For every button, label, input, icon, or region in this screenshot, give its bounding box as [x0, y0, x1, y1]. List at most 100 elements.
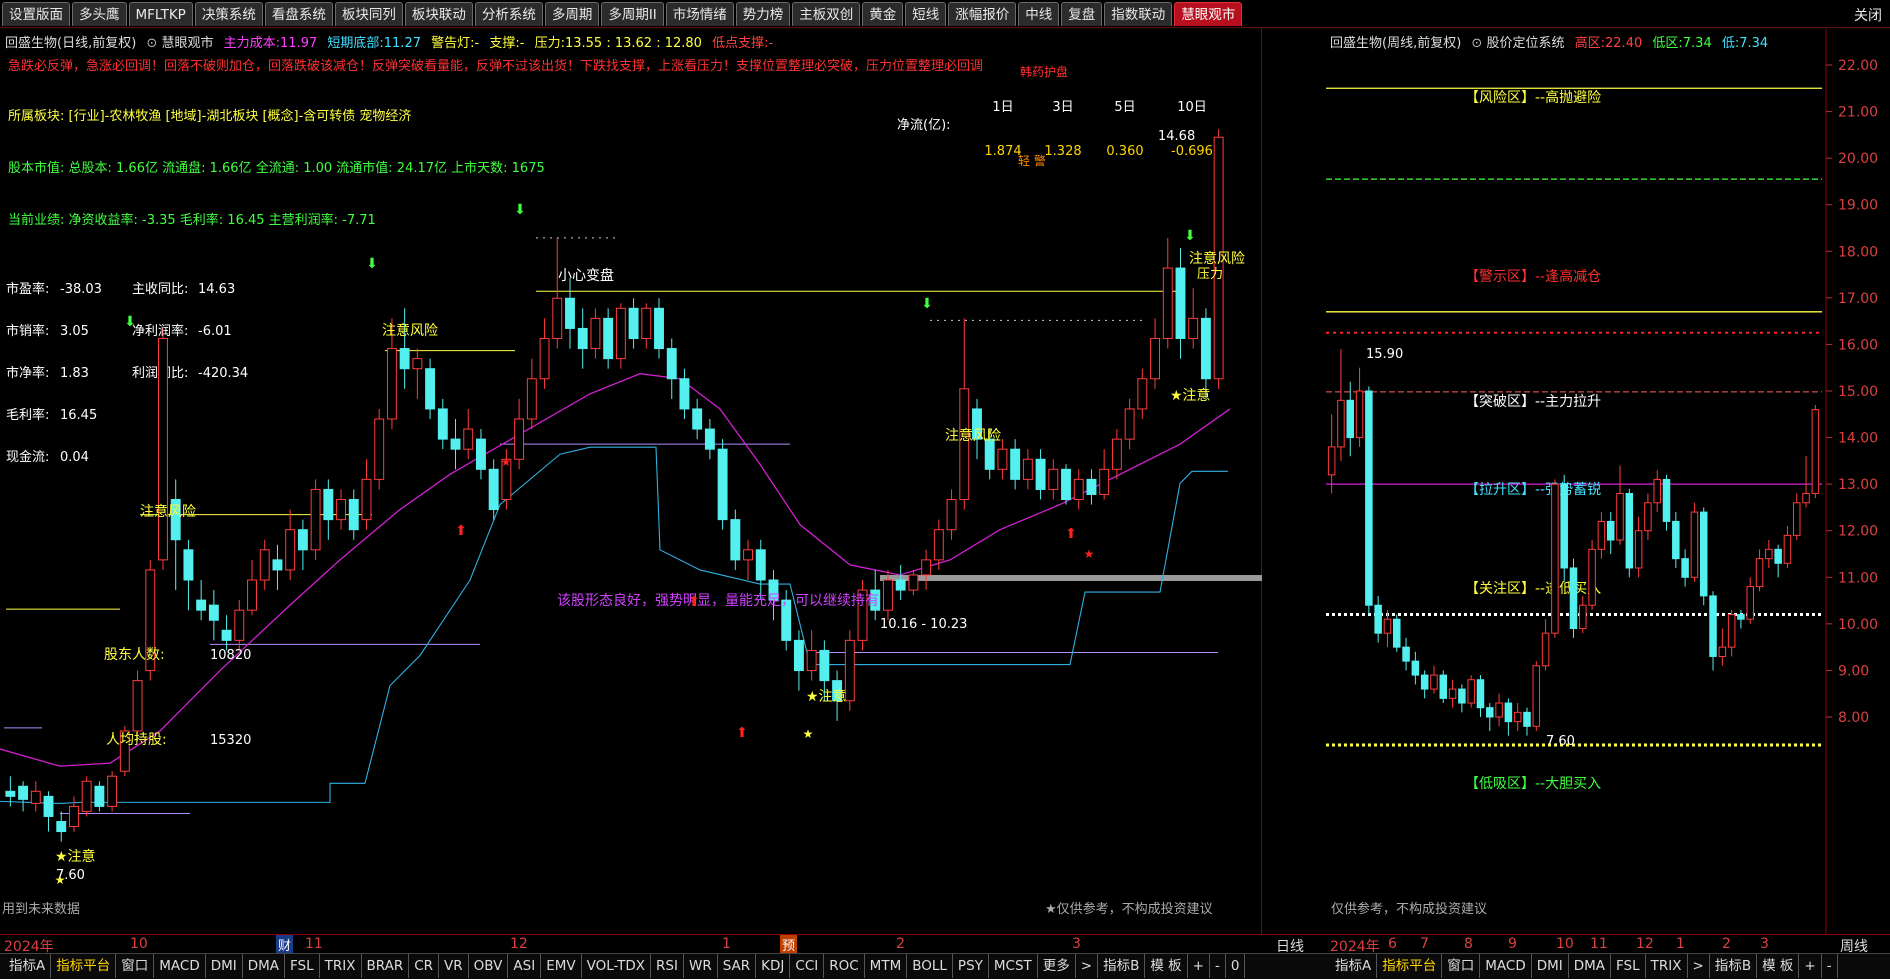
indicator-tab[interactable]: + — [1188, 954, 1210, 978]
daily-kline-chart[interactable]: 急跌必反弹，急涨必回调！回落不破则加仓，回落跌破该减仓！反弹突破看量能，反弹不过… — [0, 28, 1262, 934]
top-tab[interactable]: 分析系统 — [474, 2, 543, 26]
indicator-tab[interactable]: 更多 — [1038, 954, 1076, 978]
candle-body — [386, 348, 397, 420]
top-tab[interactable]: 涨幅报价 — [948, 2, 1017, 26]
indicator-tab[interactable]: DMA — [1569, 954, 1612, 978]
weekly-price-tick-label: 20.00 — [1838, 151, 1878, 167]
indicator-tab[interactable]: OBV — [469, 954, 509, 978]
indicator-tab[interactable]: WR — [684, 954, 718, 978]
indicator-tab[interactable]: 指标B — [1098, 954, 1146, 978]
indicator-tab[interactable]: RSI — [651, 954, 684, 978]
candle-body — [132, 680, 143, 732]
indicator-tab[interactable]: VR — [439, 954, 469, 978]
indicator-tab[interactable]: KDJ — [756, 954, 791, 978]
indicator-tab[interactable]: PSY — [953, 954, 989, 978]
top-tab[interactable]: 黄金 — [862, 2, 904, 26]
indicator-tab[interactable]: TRIX — [1646, 954, 1688, 978]
indicator-tab[interactable]: 指标B — [1710, 954, 1758, 978]
indicator-tab[interactable]: CR — [409, 954, 440, 978]
top-tab[interactable]: 看盘系统 — [264, 2, 333, 26]
indicator-tab[interactable]: 模 板 — [1757, 954, 1800, 978]
weekly-candle-body — [1588, 548, 1596, 606]
weekly-kline-chart[interactable]: 22.00 21.00 20.00 19.00 18.00 17.00 16.00 15.00… — [1326, 28, 1890, 934]
indicator-tab[interactable]: + — [1799, 954, 1822, 978]
indicator-tab[interactable]: 指标A — [1330, 954, 1378, 978]
candle-body — [374, 418, 385, 480]
down-arrow-icon: ⬇ — [514, 202, 526, 218]
weekly-candle-body — [1458, 688, 1466, 704]
indicator-tab[interactable]: FSL — [1611, 954, 1646, 978]
indicator-tab[interactable]: 指标平台 — [51, 954, 117, 978]
indicator-tab[interactable]: VOL-TDX — [582, 954, 652, 978]
indicator-tab[interactable]: 模 板 — [1145, 954, 1188, 978]
indicator-tab[interactable]: 窗口 — [116, 954, 155, 978]
avg-hold-label: 人均持股: — [106, 732, 167, 748]
indicator-tab[interactable]: 指标A — [4, 954, 52, 978]
top-tab[interactable]: 指数联动 — [1104, 2, 1173, 26]
candle-body — [806, 649, 817, 672]
weekly-candle-body — [1644, 502, 1652, 532]
top-tab[interactable]: 板块同列 — [334, 2, 403, 26]
top-tab[interactable]: 多头鹰 — [72, 2, 127, 26]
candle-body — [577, 327, 588, 350]
top-tab[interactable]: 多周期 — [544, 2, 600, 26]
ratio-label: 市销率: — [6, 323, 49, 339]
attention-label: ★注意 — [1170, 387, 1211, 404]
left-indicator-tabs: 指标A 指标平台 窗口 MACD DMI DMA FSL TRIX BRAR CR VR OBV ASI… — [4, 954, 1246, 978]
indicator-tab[interactable]: 窗口 — [1442, 954, 1481, 978]
indicator-tab[interactable]: 指标平台 — [1377, 954, 1443, 978]
top-tab[interactable]: MFLTKP — [128, 2, 193, 26]
indicator-tab[interactable]: > — [1076, 954, 1099, 978]
indicator-tab[interactable]: MCST — [989, 954, 1038, 978]
indicator-tab[interactable]: DMI — [1532, 954, 1569, 978]
top-tab[interactable]: 势力榜 — [735, 2, 791, 26]
weekly-chart-panel[interactable]: 回盛生物(周线,前复权) ⊙ 股价定位系统 高区:22.40 低区:7.34 低… — [1326, 28, 1890, 934]
close-button[interactable]: 关闭 — [1854, 5, 1882, 25]
top-tab[interactable]: 决策系统 — [194, 2, 263, 26]
candle-body — [412, 358, 423, 370]
indicator-tab[interactable]: MTM — [865, 954, 908, 978]
indicator-tab[interactable]: - — [1210, 954, 1226, 978]
indicator-tab[interactable]: MACD — [154, 954, 206, 978]
ratio-value: -38.03 — [60, 282, 102, 297]
candle-body — [488, 468, 499, 511]
indicator-tab[interactable]: FSL — [285, 954, 320, 978]
candle-body — [526, 378, 537, 420]
top-tab[interactable]: 中线 — [1018, 2, 1060, 26]
top-tab[interactable]: 板块联动 — [404, 2, 473, 26]
top-tab[interactable]: 复盘 — [1061, 2, 1103, 26]
indicator-tab[interactable]: MACD — [1480, 954, 1532, 978]
top-tab[interactable]: 市场情绪 — [665, 2, 734, 26]
indicator-tab[interactable]: 0 — [1226, 954, 1246, 978]
indicator-tab[interactable]: - — [1822, 954, 1838, 978]
indicator-tab[interactable]: ASI — [508, 954, 542, 978]
weekly-price-tick-label: 9.00 — [1838, 663, 1869, 679]
bottom-indicator-bar: 指标A 指标平台 窗口 MACD DMI DMA FSL TRIX BRAR CR VR OBV ASI… — [0, 953, 1890, 979]
daily-chart-panel[interactable]: 回盛生物(日线,前复权) ⊙ 慧眼观市 主力成本:11.97 短期底部:11.2… — [0, 28, 1262, 934]
top-tab[interactable]: 多周期II — [601, 2, 664, 26]
indicator-tab[interactable]: ROC — [824, 954, 865, 978]
weekly-time-label: 12 — [1636, 936, 1654, 952]
candle-body — [69, 805, 79, 828]
daily-time-label: 10 — [130, 936, 148, 952]
top-tab[interactable]: 设置版面 — [2, 2, 70, 26]
top-tab[interactable]: 慧眼观市 — [1174, 2, 1243, 26]
indicator-tab[interactable]: BRAR — [362, 954, 410, 978]
netflow-value: 1.328 — [1044, 144, 1081, 159]
indicator-tab[interactable]: BOLL — [907, 954, 953, 978]
indicator-tab[interactable]: CCI — [790, 954, 825, 978]
top-tab[interactable]: 短线 — [905, 2, 947, 26]
indicator-tab[interactable]: EMV — [541, 954, 582, 978]
daily-time-label: 1 — [722, 936, 731, 952]
candle-body — [883, 579, 893, 611]
indicator-tab[interactable]: SAR — [718, 954, 757, 978]
candle-body — [743, 549, 753, 561]
indicator-tab[interactable]: > — [1688, 954, 1710, 978]
indicator-tab[interactable]: TRIX — [320, 954, 362, 978]
candle-body — [1162, 267, 1173, 339]
indicator-tab[interactable]: DMI — [206, 954, 243, 978]
indicator-tab[interactable]: DMA — [243, 954, 286, 978]
event-badge[interactable]: 财 — [276, 935, 294, 954]
event-badge[interactable]: 预 — [780, 935, 798, 954]
top-tab[interactable]: 主板双创 — [792, 2, 861, 26]
